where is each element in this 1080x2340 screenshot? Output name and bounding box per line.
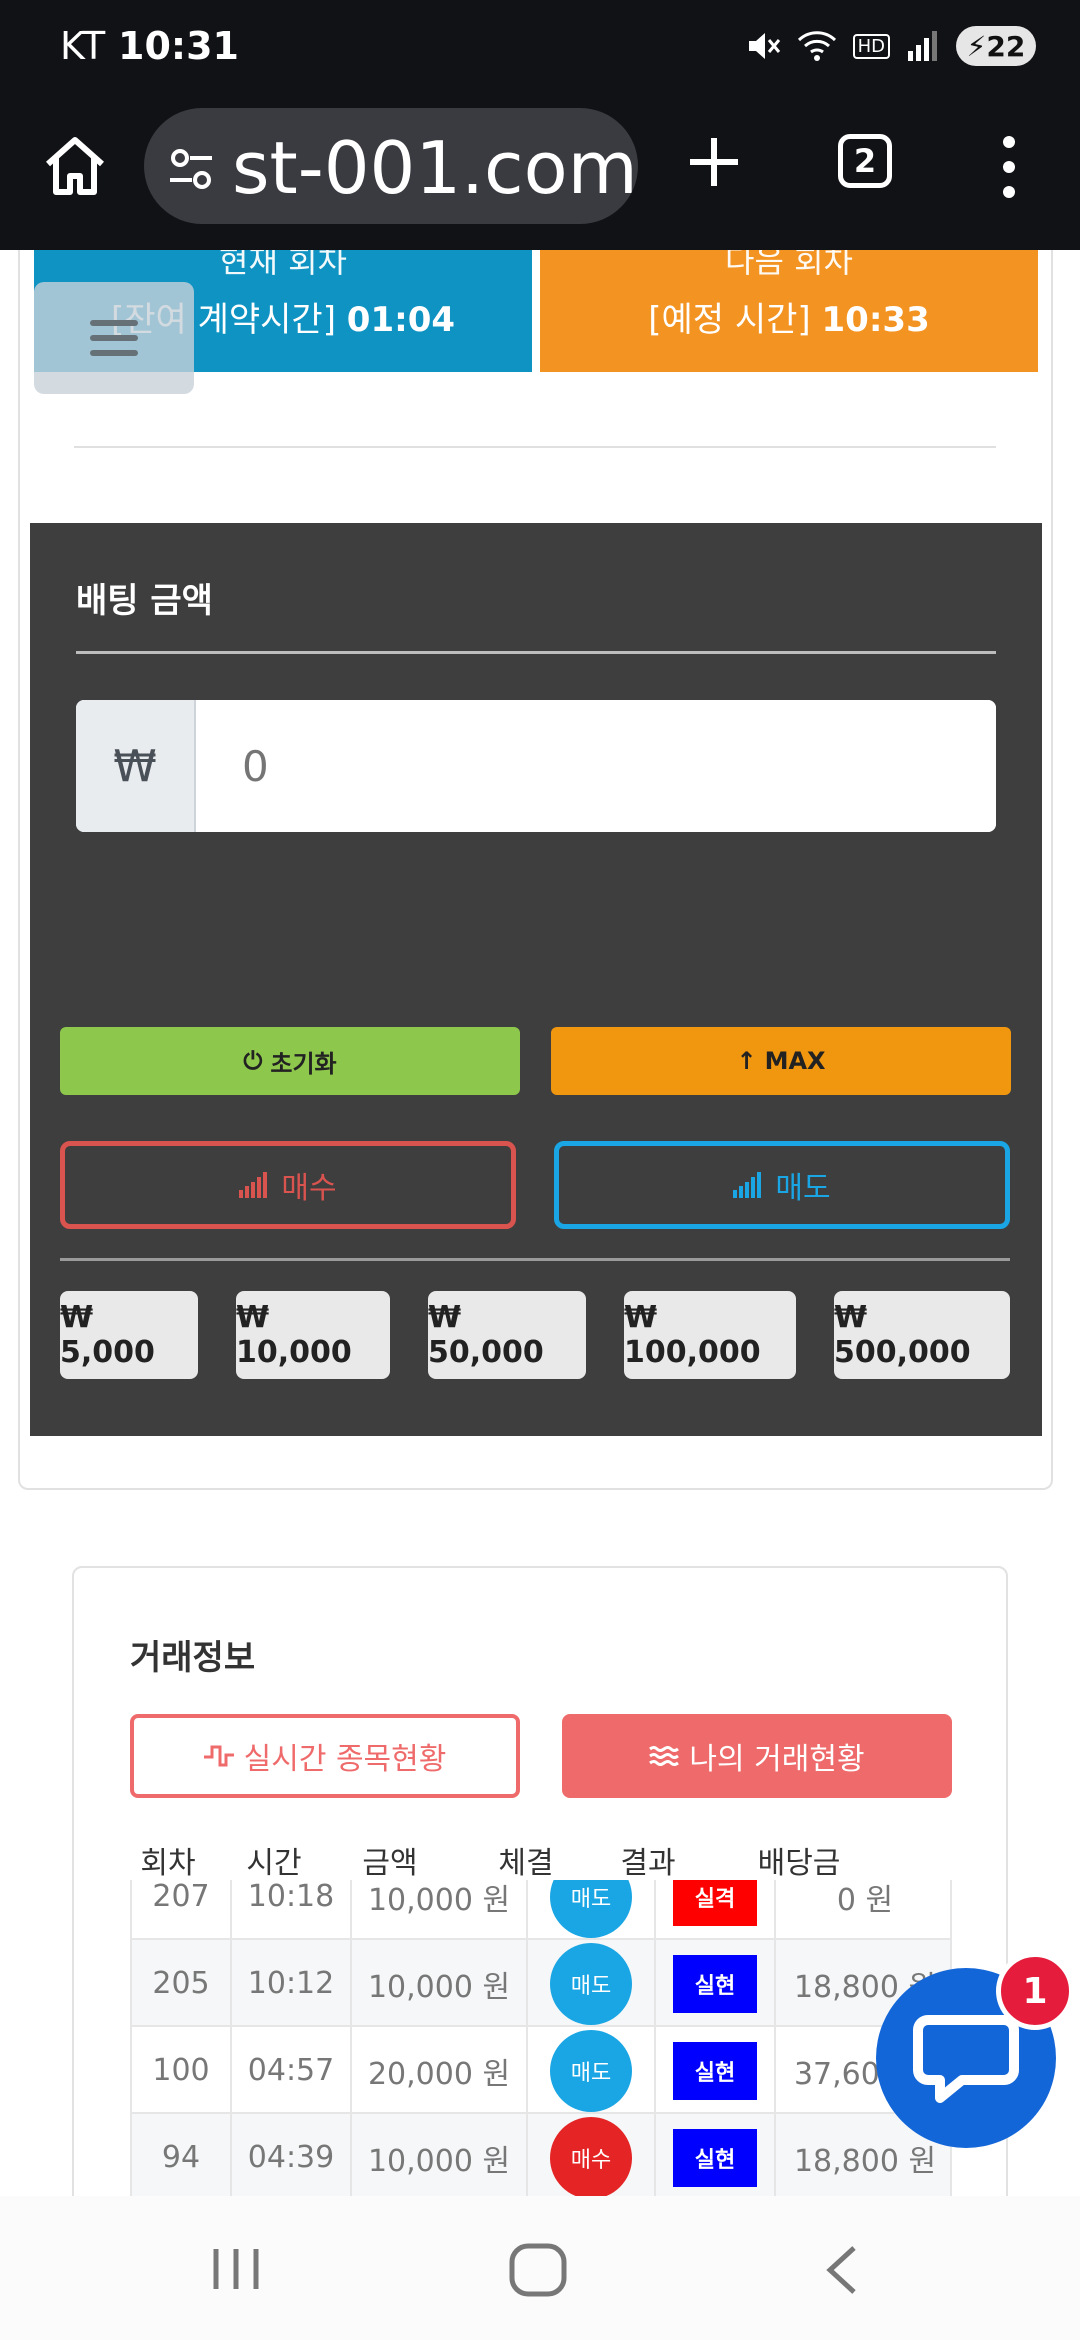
cell-result: 실격 xyxy=(656,1880,776,1940)
result-badge: 실현 xyxy=(673,2128,757,2187)
column-header-time: 시간 xyxy=(246,1846,302,1881)
cell-amount: 10,000 원 xyxy=(352,1880,528,1940)
table-row: 100 04:57 20,000 원 매도 실현 37,600 원 xyxy=(132,2025,950,2114)
back-icon[interactable] xyxy=(818,2242,868,2298)
cell-time: 10:12 xyxy=(232,1940,352,2027)
cell-amount: 10,000 원 xyxy=(352,2114,528,2201)
bet-amount-group: ₩ xyxy=(76,700,996,832)
column-header-fill: 체결 xyxy=(498,1846,554,1881)
more-menu-icon[interactable] xyxy=(994,132,1024,202)
sell-badge: 매도 xyxy=(550,1880,632,1938)
hd-icon: HD xyxy=(852,33,890,59)
system-nav-bar xyxy=(0,2196,1080,2340)
column-header-result: 결과 xyxy=(620,1846,676,1881)
cell-round: 205 xyxy=(132,1940,232,2027)
cell-result: 실현 xyxy=(656,1940,776,2027)
tab-switcher-button[interactable]: 2 xyxy=(838,134,892,188)
next-round-timer: [예정 시간] 10:33 xyxy=(648,300,930,340)
bet-amount-label: 배팅 금액 xyxy=(76,581,213,621)
signal-bars-icon xyxy=(733,1172,762,1198)
status-time: 10:31 xyxy=(118,24,239,68)
browser-toolbar: st-001.com 2 xyxy=(0,96,1080,250)
wifi-icon xyxy=(797,31,836,61)
waves-icon xyxy=(649,1746,680,1766)
recent-apps-icon[interactable] xyxy=(206,2244,266,2294)
url-text: st-001.com xyxy=(232,126,638,210)
sell-badge: 매도 xyxy=(550,1942,632,2025)
cell-time: 10:18 xyxy=(232,1880,352,1940)
cell-round: 100 xyxy=(132,2027,232,2114)
buy-badge: 매수 xyxy=(550,2116,632,2199)
betting-panel: 배팅 금액 ₩ ⏻ 초기화 ↑ MAX 매수 매도 ₩ 5,000 ₩ 10,0… xyxy=(30,523,1042,1436)
new-tab-icon[interactable] xyxy=(684,132,744,192)
cell-amount: 10,000 원 xyxy=(352,1940,528,2027)
reset-button[interactable]: ⏻ 초기화 xyxy=(60,1027,520,1095)
home-icon[interactable] xyxy=(40,132,110,202)
site-settings-icon[interactable] xyxy=(166,144,216,194)
mute-icon xyxy=(748,33,780,59)
pulse-icon xyxy=(203,1745,234,1767)
cell-fill: 매수 xyxy=(528,2114,656,2201)
carrier-label: KT xyxy=(60,24,106,68)
result-badge: 실현 xyxy=(673,2041,757,2100)
column-header-payout: 배당금 xyxy=(757,1846,841,1881)
buy-button[interactable]: 매수 xyxy=(60,1141,516,1229)
cell-result: 실현 xyxy=(656,2027,776,2114)
cell-amount: 20,000 원 xyxy=(352,2027,528,2114)
bet-amount-input[interactable] xyxy=(196,700,996,832)
table-row: 207 10:18 10,000 원 매도 실격 0 원 xyxy=(132,1880,950,1940)
max-button[interactable]: ↑ MAX xyxy=(551,1027,1011,1095)
power-icon: ⏻ xyxy=(243,1047,263,1075)
status-bar: KT 10:31 HD ⚡ 22 xyxy=(0,0,1080,96)
divider xyxy=(60,1258,1010,1261)
divider xyxy=(74,446,996,448)
cell-fill: 매도 xyxy=(528,1880,656,1940)
cell-round: 94 xyxy=(132,2114,232,2201)
signal-icon xyxy=(908,31,937,61)
column-header-round: 회차 xyxy=(140,1846,196,1881)
sell-button[interactable]: 매도 xyxy=(554,1141,1010,1229)
won-currency-icon: ₩ xyxy=(76,700,196,832)
charging-icon: ⚡ xyxy=(966,29,987,63)
chip-10000-button[interactable]: ₩ 10,000 xyxy=(236,1291,390,1379)
trade-info-title: 거래정보 xyxy=(130,1638,256,1678)
cell-fill: 매도 xyxy=(528,1940,656,2027)
trade-table: 207 10:18 10,000 원 매도 실격 0 원 205 10:12 10,000 원매… xyxy=(130,1880,952,2202)
address-bar[interactable]: st-001.com xyxy=(144,108,638,224)
tab-my-trades[interactable]: 나의 거래현황 xyxy=(562,1714,952,1798)
sell-badge: 매도 xyxy=(550,2029,632,2112)
cell-time: 04:57 xyxy=(232,2027,352,2114)
cell-fill: 매도 xyxy=(528,2027,656,2114)
cell-time: 04:39 xyxy=(232,2114,352,2201)
table-row: 94 04:39 10,000 원 매수 실현 18,800 원 xyxy=(132,2112,950,2201)
column-header-amount: 금액 xyxy=(362,1846,418,1881)
cell-round: 207 xyxy=(132,1880,232,1940)
chip-500000-button[interactable]: ₩ 500,000 xyxy=(834,1291,1010,1379)
chip-100000-button[interactable]: ₩ 100,000 xyxy=(624,1291,796,1379)
cell-result: 실현 xyxy=(656,2114,776,2201)
arrow-up-icon: ↑ xyxy=(736,1047,757,1075)
table-row: 205 10:12 10,000 원 매도 실현 18,800 원 xyxy=(132,1938,950,2027)
result-badge: 실현 xyxy=(673,1954,757,2013)
chip-50000-button[interactable]: ₩ 50,000 xyxy=(428,1291,586,1379)
next-round-box: 다음 회차 [예정 시간] 10:33 xyxy=(540,242,1038,372)
home-nav-icon[interactable] xyxy=(506,2242,570,2298)
battery-indicator: ⚡ 22 xyxy=(956,26,1036,66)
status-icons: HD ⚡ 22 xyxy=(745,26,1036,66)
tab-live-status[interactable]: 실시간 종목현황 xyxy=(130,1714,520,1798)
result-badge: 실격 xyxy=(673,1880,757,1926)
cell-payout: 0 원 xyxy=(836,1882,894,1918)
toolbar-shadow xyxy=(0,238,1080,250)
signal-bars-icon xyxy=(239,1172,268,1198)
chip-5000-button[interactable]: ₩ 5,000 xyxy=(60,1291,198,1379)
chat-notification-badge: 1 xyxy=(996,1952,1074,2030)
hamburger-menu-icon[interactable] xyxy=(34,282,194,394)
divider xyxy=(76,651,996,654)
